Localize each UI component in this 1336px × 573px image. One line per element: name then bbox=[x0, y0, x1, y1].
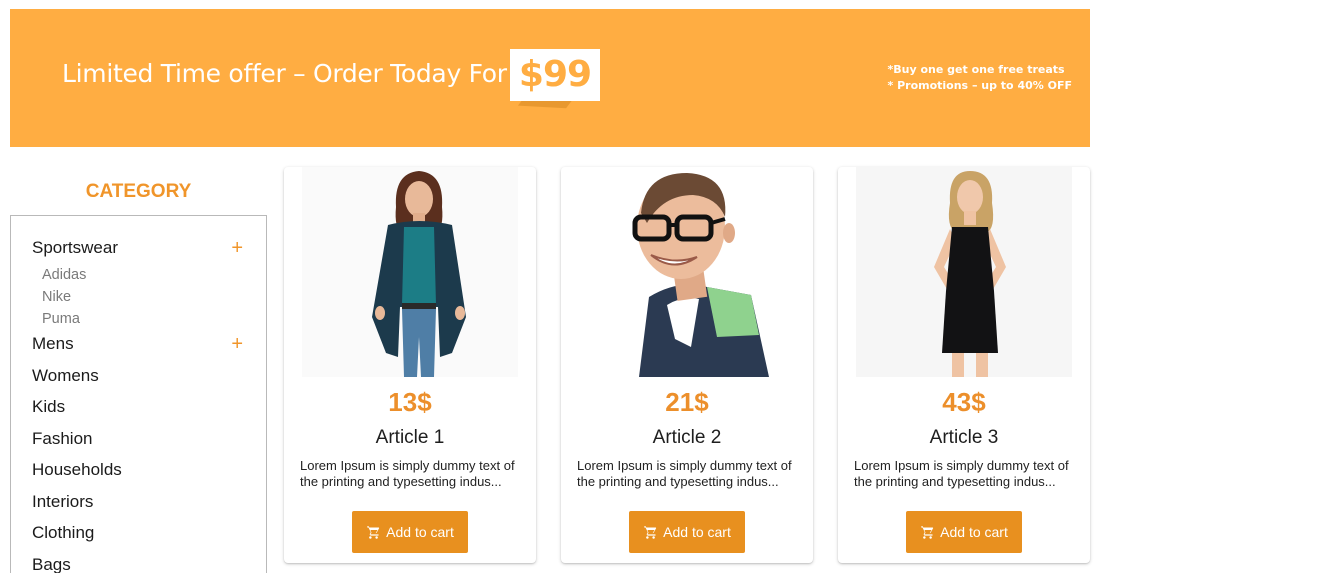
product-price: 21$ bbox=[665, 387, 709, 417]
add-to-cart-label: Add to cart bbox=[940, 524, 1008, 540]
category-item-interiors[interactable]: Interiors bbox=[32, 490, 266, 522]
woman-in-black-dress-photo bbox=[856, 167, 1072, 377]
banner-note: * Promotions – up to 40% OFF bbox=[887, 79, 1073, 92]
category-item-sportswear: Sportswear + Adidas Nike Puma bbox=[32, 236, 266, 332]
subcategory-list: Adidas Nike Puma bbox=[32, 260, 266, 332]
woman-in-cardigan-photo bbox=[302, 167, 518, 377]
product-price: 13$ bbox=[388, 387, 432, 417]
subcategory-item-nike[interactable]: Nike bbox=[42, 286, 266, 308]
product-title[interactable]: Article 2 bbox=[561, 427, 813, 449]
cart-icon bbox=[921, 525, 934, 539]
product-description: Lorem Ipsum is simply dummy text of the … bbox=[854, 458, 1069, 489]
promo-banner[interactable]: Limited Time offer – Order Today For $99… bbox=[10, 9, 1090, 147]
add-to-cart-button[interactable]: Add to cart bbox=[906, 511, 1022, 553]
product-description: Lorem Ipsum is simply dummy text of the … bbox=[577, 458, 792, 489]
product-card: 43$ Article 3 Lorem Ipsum is simply dumm… bbox=[838, 167, 1090, 563]
banner-headline: Limited Time offer – Order Today For bbox=[62, 59, 507, 88]
add-to-cart-label: Add to cart bbox=[386, 524, 454, 540]
category-sidebar: Sportswear + Adidas Nike Puma Mens + Wom… bbox=[10, 215, 267, 573]
category-row[interactable]: Mens + bbox=[32, 332, 243, 356]
price-tag: $99 bbox=[510, 49, 600, 101]
product-card: 13$ Article 1 Lorem Ipsum is simply dumm… bbox=[284, 167, 536, 563]
banner-note: *Buy one get one free treats bbox=[887, 63, 1065, 76]
plus-icon[interactable]: + bbox=[231, 238, 243, 258]
category-label[interactable]: Sportswear bbox=[32, 236, 118, 260]
add-to-cart-button[interactable]: Add to cart bbox=[352, 511, 468, 553]
category-title: CATEGORY bbox=[85, 181, 192, 202]
man-with-glasses-photo bbox=[579, 167, 795, 377]
category-item-mens: Mens + bbox=[32, 332, 266, 364]
category-item-womens[interactable]: Womens bbox=[32, 364, 266, 396]
category-row[interactable]: Sportswear + bbox=[32, 236, 243, 260]
category-item-bags[interactable]: Bags bbox=[32, 553, 266, 573]
banner-notes: *Buy one get one free treats * Promotion… bbox=[888, 62, 1073, 94]
category-item-households[interactable]: Households bbox=[32, 458, 266, 490]
category-item-kids[interactable]: Kids bbox=[32, 395, 266, 427]
product-description: Lorem Ipsum is simply dummy text of the … bbox=[300, 458, 515, 489]
plus-icon[interactable]: + bbox=[231, 334, 243, 354]
product-title[interactable]: Article 3 bbox=[838, 427, 1090, 449]
category-item-fashion[interactable]: Fashion bbox=[32, 427, 266, 459]
product-image[interactable] bbox=[579, 167, 795, 377]
category-item-clothing[interactable]: Clothing bbox=[32, 521, 266, 553]
product-price: 43$ bbox=[942, 387, 986, 417]
add-to-cart-button[interactable]: Add to cart bbox=[629, 511, 745, 553]
subcategory-item-adidas[interactable]: Adidas bbox=[42, 264, 266, 286]
category-list: Sportswear + Adidas Nike Puma Mens + Wom… bbox=[11, 216, 266, 573]
product-image[interactable] bbox=[856, 167, 1072, 377]
cart-icon bbox=[367, 525, 380, 539]
add-to-cart-label: Add to cart bbox=[663, 524, 731, 540]
subcategory-item-puma[interactable]: Puma bbox=[42, 308, 266, 330]
cart-icon bbox=[644, 525, 657, 539]
product-card: 21$ Article 2 Lorem Ipsum is simply dumm… bbox=[561, 167, 813, 563]
category-label[interactable]: Mens bbox=[32, 332, 74, 356]
product-image[interactable] bbox=[302, 167, 518, 377]
product-title[interactable]: Article 1 bbox=[284, 427, 536, 449]
